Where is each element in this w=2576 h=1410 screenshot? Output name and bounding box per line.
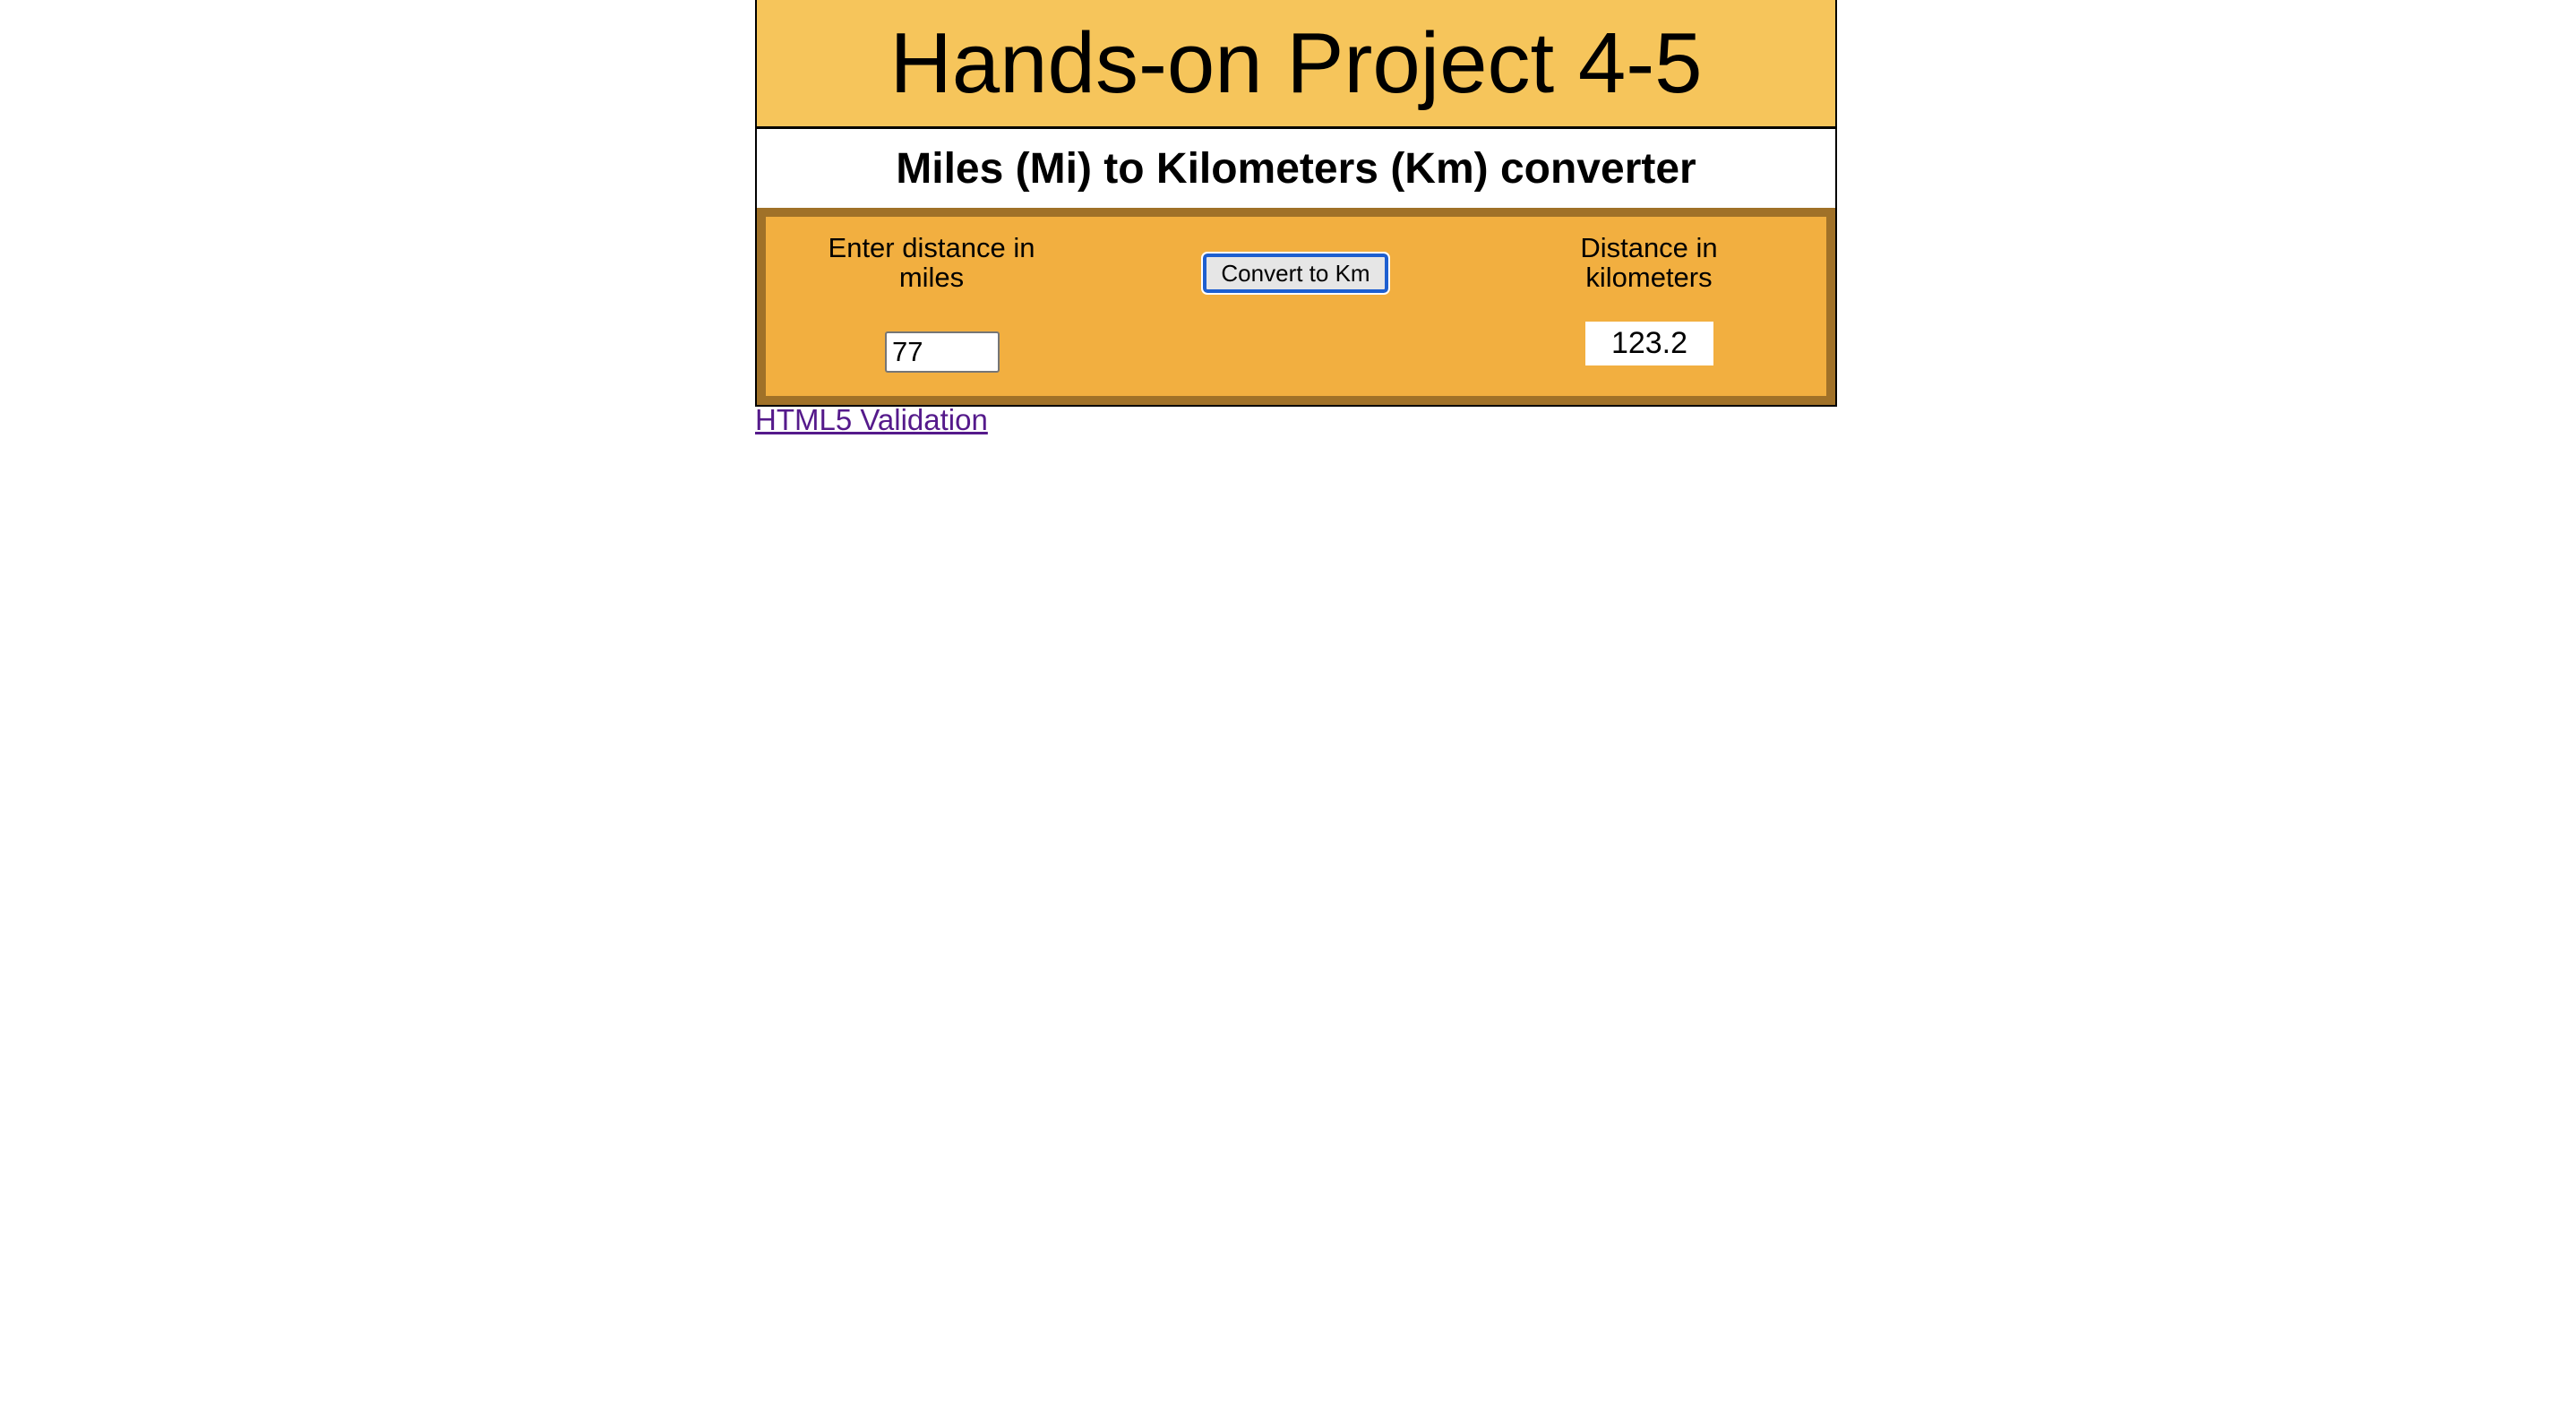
html5-validation-link[interactable]: HTML5 Validation [755,403,988,437]
km-output: 123.2 [1585,322,1713,365]
subtitle-bar: Miles (Mi) to Kilometers (Km) converter [757,129,1835,208]
miles-input[interactable] [885,331,1000,373]
miles-label: Enter distance in miles [828,232,1035,293]
km-label: Distance in kilometers [1580,232,1718,293]
page-container: Hands-on Project 4-5 Miles (Mi) to Kilom… [755,0,1837,407]
header: Hands-on Project 4-5 [757,0,1835,129]
page-subtitle: Miles (Mi) to Kilometers (Km) converter [896,144,1696,193]
page-title: Hands-on Project 4-5 [889,14,1703,111]
convert-button[interactable]: Convert to Km [1201,252,1390,295]
converter-form: Enter distance in miles Convert to Km Di… [757,208,1835,405]
